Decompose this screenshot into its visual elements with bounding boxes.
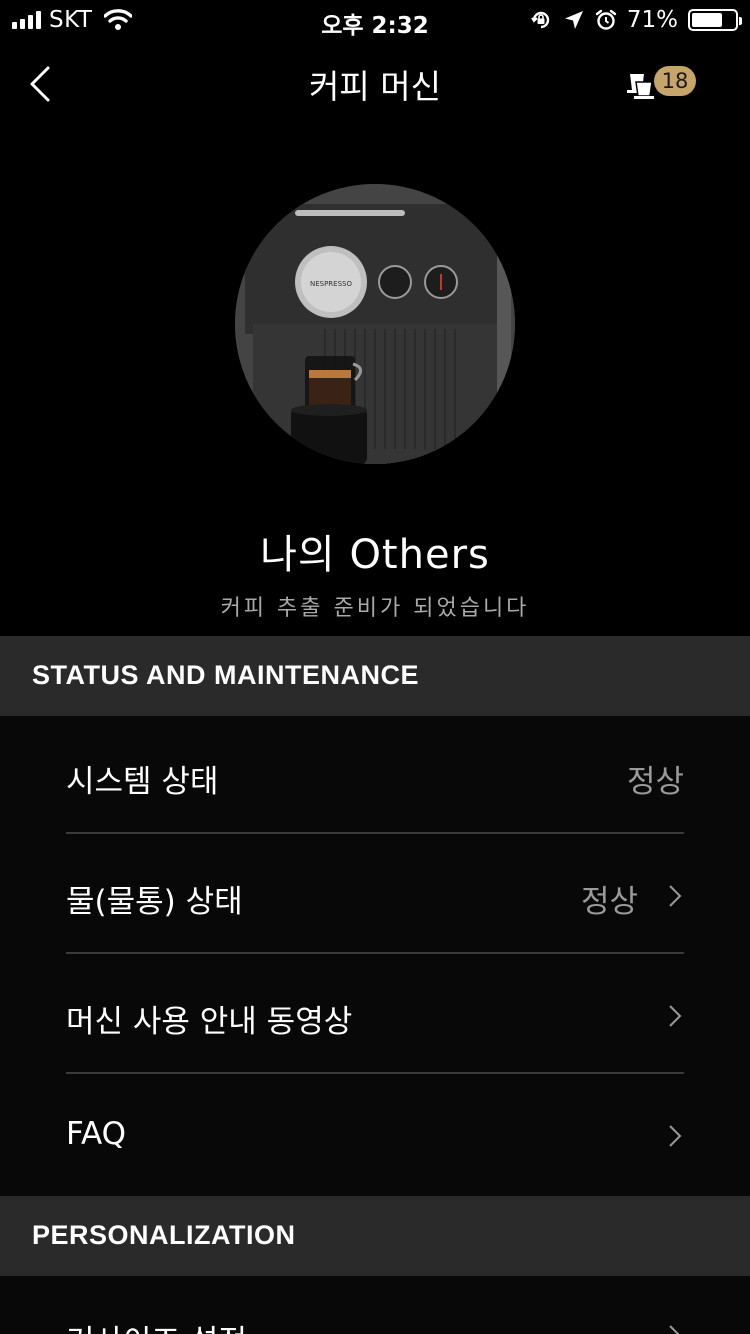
personalization-list: 커사이즈 설정	[0, 1276, 750, 1334]
machine-status-text: 커피 추출 준비가 되었습니다	[220, 596, 530, 621]
coffee-machine-image: NESPRESSO	[235, 184, 515, 464]
rotation-lock-icon	[531, 11, 550, 29]
chevron-right-icon	[669, 885, 682, 907]
row-value: 정상	[580, 884, 638, 920]
nav-bar: 커피 머신 18	[0, 40, 750, 128]
row-label: 머신 사용 안내 동영상	[66, 1004, 353, 1040]
chevron-right-icon	[669, 1325, 680, 1334]
row-value: 정상	[626, 764, 684, 800]
chevron-right-icon	[669, 1005, 682, 1027]
cart-count-badge: 18	[654, 66, 696, 96]
row-label: FAQ	[66, 1116, 127, 1152]
capsule-cart-button[interactable]: 18	[624, 62, 704, 106]
row-water-tank-status[interactable]: 물(물통) 상태 정상	[66, 836, 684, 956]
status-maintenance-list: 시스템 상태 정상 물(물통) 상태 정상 머신 사용 안내 동영상 FAQ	[0, 716, 750, 1196]
section-header-status-maintenance: STATUS AND MAINTENANCE	[0, 636, 750, 716]
divider	[66, 1072, 684, 1074]
row-machine-guide-video[interactable]: 머신 사용 안내 동영상	[66, 956, 684, 1076]
row-label: 커사이즈 설정	[66, 1316, 247, 1334]
row-cup-size-settings[interactable]: 커사이즈 설정	[66, 1276, 684, 1334]
row-label: 시스템 상태	[66, 764, 219, 800]
location-arrow-icon	[564, 11, 583, 29]
battery-icon	[688, 9, 742, 31]
alarm-icon	[595, 9, 617, 30]
chevron-right-icon	[669, 1125, 682, 1147]
row-system-status[interactable]: 시스템 상태 정상	[66, 716, 684, 836]
divider	[66, 832, 684, 834]
section-title: PERSONALIZATION	[32, 1220, 296, 1250]
battery-percent: 71%	[626, 7, 678, 33]
section-title: STATUS AND MAINTENANCE	[32, 660, 419, 690]
status-bar: SKT 오후 2:32 71%	[0, 0, 750, 40]
divider	[66, 952, 684, 954]
row-label: 물(물통) 상태	[66, 884, 243, 920]
section-header-personalization: PERSONALIZATION	[0, 1196, 750, 1276]
brand-logo: NESPRESSO	[310, 280, 352, 288]
machine-name: 나의 Others	[260, 532, 490, 578]
row-faq[interactable]: FAQ	[66, 1076, 684, 1196]
